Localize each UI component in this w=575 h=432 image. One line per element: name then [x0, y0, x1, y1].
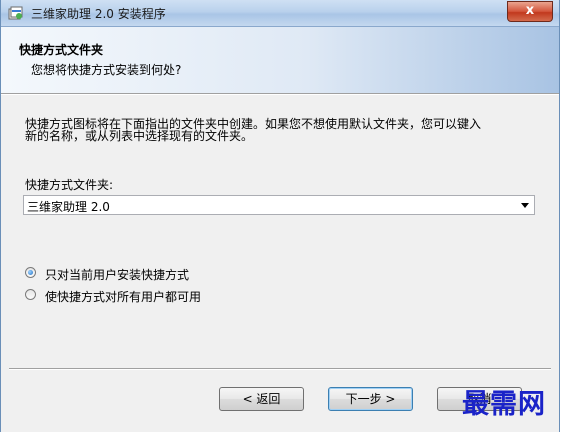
header-divider	[1, 94, 559, 95]
title-bar[interactable]: 三维家助理 2.0 安装程序 x	[1, 0, 559, 27]
radio-dot	[28, 270, 33, 275]
window-title: 三维家助理 2.0 安装程序	[31, 7, 166, 21]
chevron-down-icon[interactable]	[521, 203, 529, 208]
radio-button[interactable]	[25, 289, 36, 300]
page-subtitle: 您想将快捷方式安装到何处?	[31, 63, 182, 77]
installer-app-icon	[8, 5, 24, 21]
folder-combobox[interactable]: 三维家助理 2.0	[23, 195, 535, 215]
close-button[interactable]: x	[507, 1, 553, 22]
description-text: 快捷方式图标将在下面指出的文件夹中创建。如果您不想使用默认文件夹，您可以键入 新…	[25, 118, 535, 142]
page-title: 快捷方式文件夹	[19, 43, 104, 57]
footer-divider	[9, 368, 551, 370]
back-button[interactable]: < 返回	[219, 387, 304, 411]
description-line: 新的名称，或从列表中选择现有的文件夹。	[25, 129, 254, 143]
folder-combobox-value[interactable]: 三维家助理 2.0	[27, 198, 110, 215]
next-button[interactable]: 下一步 >	[328, 387, 413, 411]
wizard-header: 快捷方式文件夹 您想将快捷方式安装到何处?	[1, 27, 559, 94]
radio-label[interactable]: 使快捷方式对所有用户都可用	[45, 288, 201, 305]
radio-label[interactable]: 只对当前用户安装快捷方式	[45, 266, 189, 283]
folder-label: 快捷方式文件夹:	[25, 178, 114, 192]
radio-button-selected[interactable]	[25, 267, 36, 278]
installer-window: 三维家助理 2.0 安装程序 x 快捷方式文件夹 您想将快捷方式安装到何处? 快…	[0, 0, 560, 432]
close-icon: x	[525, 3, 535, 18]
watermark-logo: 最需网	[462, 389, 546, 420]
